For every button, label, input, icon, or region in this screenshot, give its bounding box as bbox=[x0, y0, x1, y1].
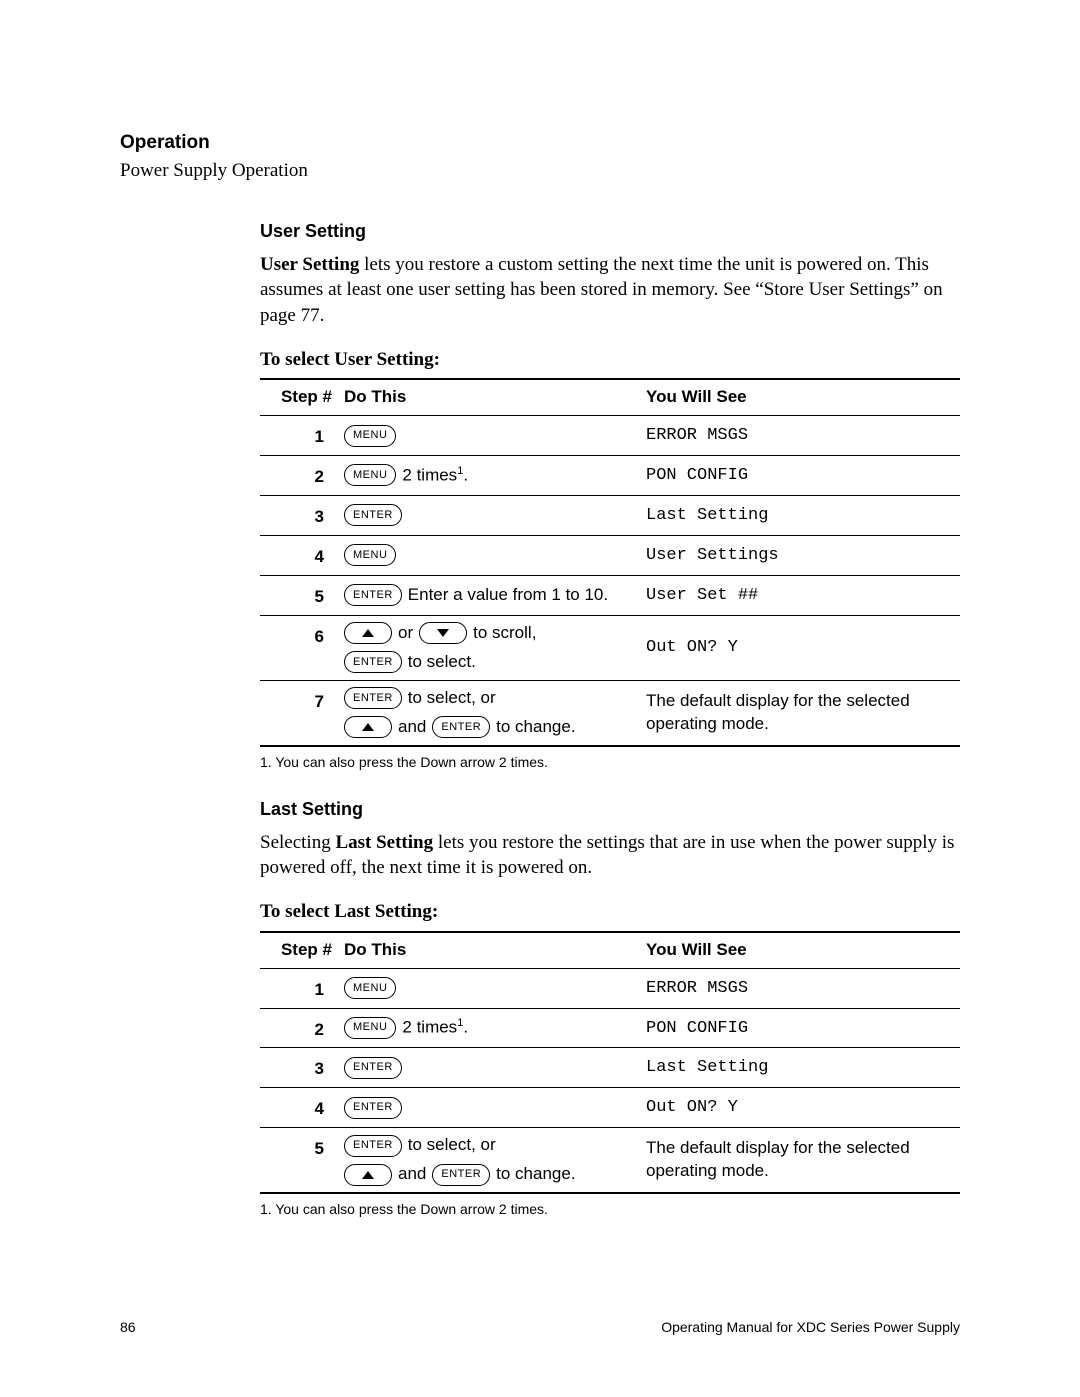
user-setting-intro: User Setting lets you restore a custom s… bbox=[260, 252, 960, 329]
user-setting-footnote: 1. You can also press the Down arrow 2 t… bbox=[260, 753, 960, 772]
table-row: 4 MENU User Settings bbox=[260, 535, 960, 575]
th-do: Do This bbox=[338, 932, 640, 968]
step-do: MENU bbox=[338, 535, 640, 575]
step-number: 4 bbox=[260, 1088, 338, 1128]
step-see: Out ON? Y bbox=[640, 615, 960, 680]
step-number: 1 bbox=[260, 968, 338, 1008]
table-header-row: Step # Do This You Will See bbox=[260, 379, 960, 415]
step-see: The default display for the selected ope… bbox=[640, 680, 960, 745]
chapter-subtitle: Power Supply Operation bbox=[120, 158, 960, 184]
enter-button-icon: ENTER bbox=[344, 584, 402, 606]
table-row: 1 MENU ERROR MSGS bbox=[260, 968, 960, 1008]
intro-text: lets you restore a custom setting the ne… bbox=[260, 254, 943, 326]
menu-button-icon: MENU bbox=[344, 425, 396, 447]
user-setting-table: Step # Do This You Will See 1 MENU ERROR… bbox=[260, 378, 960, 746]
step-see: Last Setting bbox=[640, 1048, 960, 1088]
th-see: You Will See bbox=[640, 379, 960, 415]
section-user-setting: User Setting User Setting lets you resto… bbox=[260, 219, 960, 771]
table-row: 3 ENTER Last Setting bbox=[260, 495, 960, 535]
step-number: 4 bbox=[260, 535, 338, 575]
step-see: User Set ## bbox=[640, 575, 960, 615]
chapter-title: Operation bbox=[120, 130, 960, 156]
enter-button-icon: ENTER bbox=[344, 651, 402, 673]
step-number: 1 bbox=[260, 416, 338, 456]
step-number: 6 bbox=[260, 615, 338, 680]
arrow-down-icon bbox=[419, 622, 467, 644]
intro-bold: User Setting bbox=[260, 254, 359, 275]
step-do: ENTER bbox=[338, 1048, 640, 1088]
step-do: MENU bbox=[338, 968, 640, 1008]
table-row: 4 ENTER Out ON? Y bbox=[260, 1088, 960, 1128]
step-do: ENTER to select, or and ENTER to change. bbox=[338, 1128, 640, 1193]
page-number: 86 bbox=[120, 1318, 136, 1337]
enter-button-icon: ENTER bbox=[344, 687, 402, 709]
step-number: 3 bbox=[260, 1048, 338, 1088]
table-header-row: Step # Do This You Will See bbox=[260, 932, 960, 968]
arrow-up-icon bbox=[344, 622, 392, 644]
step-do: MENU bbox=[338, 416, 640, 456]
table-row: 1 MENU ERROR MSGS bbox=[260, 416, 960, 456]
step-see: The default display for the selected ope… bbox=[640, 1128, 960, 1193]
menu-button-icon: MENU bbox=[344, 977, 396, 999]
step-number: 5 bbox=[260, 1128, 338, 1193]
enter-button-icon: ENTER bbox=[344, 1057, 402, 1079]
table-row: 2 MENU 2 times1. PON CONFIG bbox=[260, 1008, 960, 1048]
step-do: ENTER Enter a value from 1 to 10. bbox=[338, 575, 640, 615]
step-number: 2 bbox=[260, 1008, 338, 1048]
step-do: or to scroll, ENTER to select. bbox=[338, 615, 640, 680]
step-do: ENTER to select, or and ENTER to change. bbox=[338, 680, 640, 745]
step-number: 7 bbox=[260, 680, 338, 745]
step-do: MENU 2 times1. bbox=[338, 1008, 640, 1048]
th-step: Step # bbox=[260, 932, 338, 968]
step-do: ENTER bbox=[338, 495, 640, 535]
step-do: ENTER bbox=[338, 1088, 640, 1128]
menu-button-icon: MENU bbox=[344, 464, 396, 486]
last-setting-heading: Last Setting bbox=[260, 797, 960, 821]
th-do: Do This bbox=[338, 379, 640, 415]
step-see: ERROR MSGS bbox=[640, 968, 960, 1008]
menu-button-icon: MENU bbox=[344, 1017, 396, 1039]
step-see: Last Setting bbox=[640, 495, 960, 535]
step-see: ERROR MSGS bbox=[640, 416, 960, 456]
table-row: 6 or to scroll, ENTER to select. bbox=[260, 615, 960, 680]
last-setting-intro: Selecting Last Setting lets you restore … bbox=[260, 830, 960, 881]
enter-button-icon: ENTER bbox=[344, 1135, 402, 1157]
table-row: 7 ENTER to select, or and ENTER to chang… bbox=[260, 680, 960, 745]
last-setting-footnote: 1. You can also press the Down arrow 2 t… bbox=[260, 1200, 960, 1219]
th-see: You Will See bbox=[640, 932, 960, 968]
step-number: 3 bbox=[260, 495, 338, 535]
step-see: Out ON? Y bbox=[640, 1088, 960, 1128]
step-do: MENU 2 times1. bbox=[338, 456, 640, 496]
enter-button-icon: ENTER bbox=[432, 716, 490, 738]
arrow-up-icon bbox=[344, 716, 392, 738]
table-row: 5 ENTER Enter a value from 1 to 10. User… bbox=[260, 575, 960, 615]
arrow-up-icon bbox=[344, 1164, 392, 1186]
table-row: 5 ENTER to select, or and ENTER to chang… bbox=[260, 1128, 960, 1193]
enter-button-icon: ENTER bbox=[344, 1097, 402, 1119]
last-setting-table: Step # Do This You Will See 1 MENU ERROR… bbox=[260, 931, 960, 1195]
enter-button-icon: ENTER bbox=[432, 1164, 490, 1186]
page-footer: 86 Operating Manual for XDC Series Power… bbox=[120, 1318, 960, 1337]
section-last-setting: Last Setting Selecting Last Setting lets… bbox=[260, 797, 960, 1219]
step-see: PON CONFIG bbox=[640, 456, 960, 496]
table-row: 2 MENU 2 times1. PON CONFIG bbox=[260, 456, 960, 496]
menu-button-icon: MENU bbox=[344, 544, 396, 566]
step-see: User Settings bbox=[640, 535, 960, 575]
th-step: Step # bbox=[260, 379, 338, 415]
enter-button-icon: ENTER bbox=[344, 504, 402, 526]
user-setting-heading: User Setting bbox=[260, 219, 960, 243]
step-see: PON CONFIG bbox=[640, 1008, 960, 1048]
step-number: 5 bbox=[260, 575, 338, 615]
manual-page: Operation Power Supply Operation User Se… bbox=[0, 0, 1080, 1397]
table-row: 3 ENTER Last Setting bbox=[260, 1048, 960, 1088]
step-number: 2 bbox=[260, 456, 338, 496]
last-setting-select-heading: To select Last Setting: bbox=[260, 899, 960, 925]
user-setting-select-heading: To select User Setting: bbox=[260, 347, 960, 373]
manual-title: Operating Manual for XDC Series Power Su… bbox=[661, 1318, 960, 1337]
